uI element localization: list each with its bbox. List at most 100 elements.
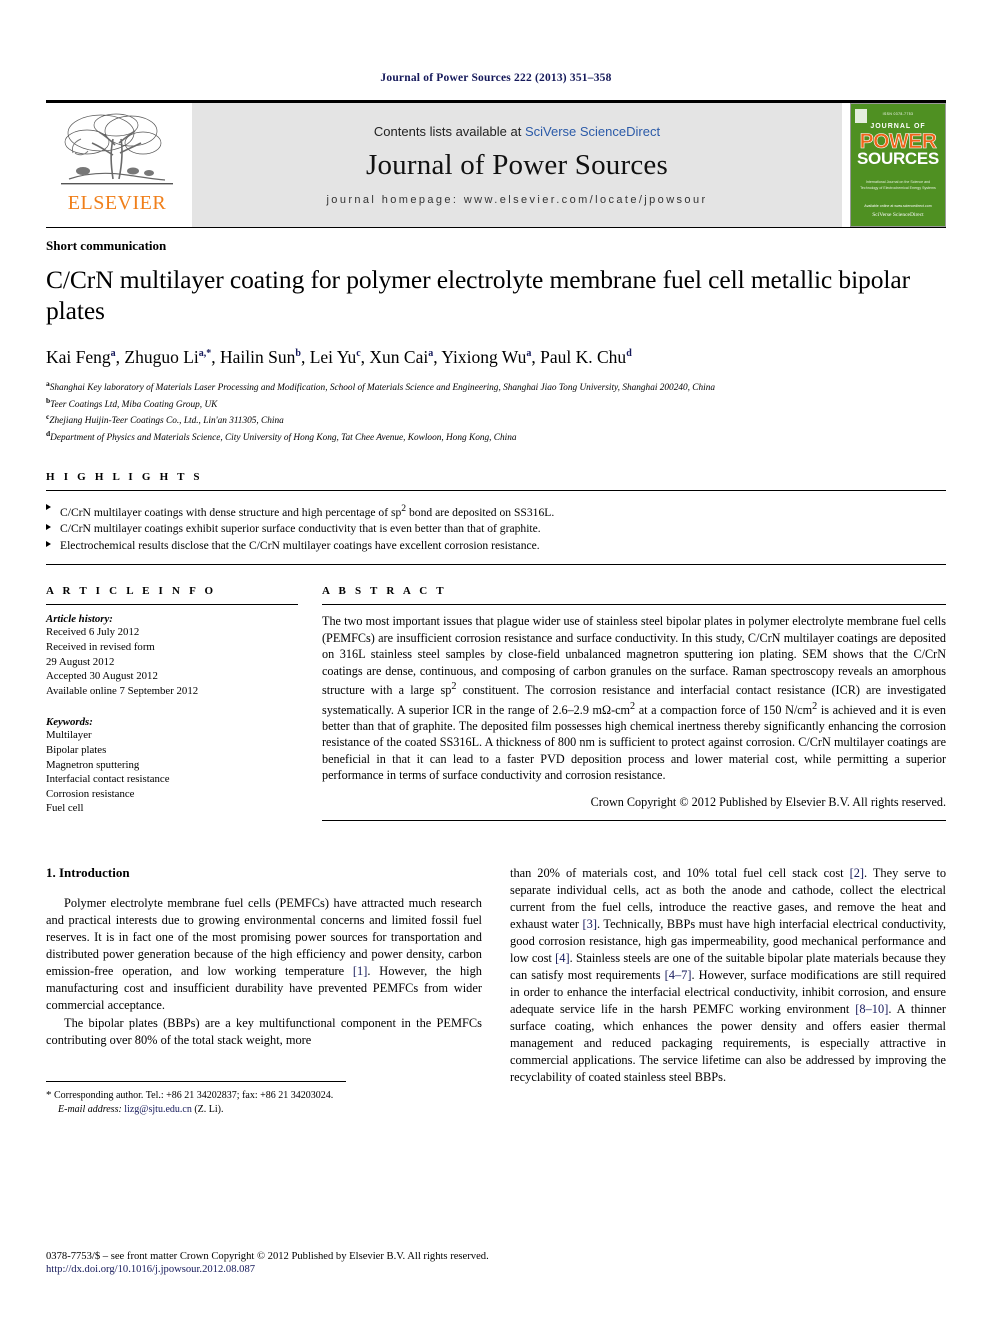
- cover-footer-availability: Available online at www.sciencedirect.co…: [864, 204, 932, 208]
- cover-footer: Available online at www.sciencedirect.co…: [864, 203, 931, 218]
- citation-ref[interactable]: [8–10]: [855, 1002, 888, 1016]
- body-columns: 1. Introduction Polymer electrolyte memb…: [46, 865, 946, 1117]
- author-affiliation-marker: c: [356, 348, 361, 359]
- journal-cover-thumbnail: ISSN 0378-7753 JOURNAL OF POWER SOURCES …: [850, 103, 946, 227]
- keyword-item: Bipolar plates: [46, 744, 107, 756]
- article-info-column: A R T I C L E I N F O Article history: R…: [46, 585, 298, 820]
- article-history-label: Article history:: [46, 613, 113, 626]
- citation-ref[interactable]: [1]: [353, 964, 367, 978]
- footnote-email-label: E-mail address:: [58, 1103, 122, 1115]
- affiliation-list: aShanghai Key laboratory of Materials La…: [46, 378, 946, 445]
- document-type: Short communication: [46, 238, 167, 253]
- keyword-item: Fuel cell: [46, 802, 84, 815]
- article-history-line: Received in revised form: [46, 641, 155, 654]
- highlights-bottom-rule: [46, 564, 946, 566]
- author-affiliation-marker: b: [295, 348, 301, 359]
- author-name: Lei Yuc: [309, 346, 361, 367]
- cover-description: International Journal on the Science and…: [860, 180, 936, 190]
- journal-title: Journal of Power Sources: [366, 149, 668, 181]
- section-heading-introduction: 1. Introduction: [46, 865, 482, 881]
- cover-top-text: ISSN 0378-7753: [882, 112, 914, 116]
- author-affiliation-marker: a: [526, 348, 532, 359]
- journal-homepage[interactable]: journal homepage: www.elsevier.com/locat…: [326, 194, 707, 206]
- affiliation-marker: d: [46, 428, 51, 438]
- intro-paragraph-3: than 20% of materials cost, and 10% tota…: [510, 865, 947, 1084]
- affiliation-item: bTeer Coatings Ltd, Miba Coating Group, …: [46, 395, 218, 410]
- info-abstract-row: A R T I C L E I N F O Article history: R…: [46, 585, 946, 821]
- highlight-item: C/CrN multilayer coatings exhibit superi…: [46, 520, 946, 537]
- author-name: Paul K. Chud: [540, 346, 632, 367]
- author-name: Hailin Sunb: [220, 346, 301, 367]
- article-history-line: Available online 7 September 2012: [46, 684, 199, 697]
- article-info-rule: [46, 604, 298, 606]
- keyword-item: Magnetron sputtering: [46, 758, 140, 771]
- affiliation-item: cZhejiang Huijin-Teer Coatings Co., Ltd.…: [46, 412, 284, 427]
- citation-ref[interactable]: [2]: [850, 866, 864, 880]
- highlights-items: C/CrN multilayer coatings with dense str…: [46, 500, 946, 555]
- cover-elsevier-icon: [855, 109, 867, 123]
- article-info-heading: A R T I C L E I N F O: [46, 585, 217, 598]
- footnote-corresponding-line: * Corresponding author. Tel.: +86 21 342…: [46, 1088, 346, 1103]
- highlight-item: Electrochemical results disclose that th…: [46, 537, 946, 554]
- highlight-item: C/CrN multilayer coatings with dense str…: [46, 500, 946, 521]
- author-name: Yixiong Wua: [441, 346, 532, 367]
- affiliation-marker: b: [46, 395, 51, 405]
- article-first-page: Journal of Power Sources 222 (2013) 351–…: [0, 0, 992, 1323]
- footnote-email-line: E-mail address: lizg@sjtu.edu.cn (Z. Li)…: [46, 1103, 346, 1117]
- author-affiliation-marker: a,*: [198, 348, 212, 359]
- author-name: Kai Fenga: [46, 346, 116, 367]
- elsevier-wordmark: ELSEVIER: [67, 192, 167, 214]
- citation-ref[interactable]: [4]: [555, 951, 569, 965]
- triangle-bullet-icon: [46, 524, 51, 531]
- author-list: Kai Fenga, Zhuguo Lia,*, Hailin Sunb, Le…: [46, 346, 632, 367]
- footer-issn-line: 0378-7753/$ – see front matter Crown Cop…: [46, 1251, 489, 1262]
- triangle-bullet-icon: [46, 503, 51, 510]
- contents-prefix: Contents lists available at: [373, 124, 525, 139]
- author-name: Zhuguo Lia,*: [124, 346, 212, 367]
- abstract-column: A B S T R A C T The two most important i…: [322, 585, 946, 821]
- cover-journal-of-label: JOURNAL OF: [870, 123, 926, 130]
- citation-ref[interactable]: [3]: [583, 917, 597, 931]
- sciencedirect-link[interactable]: SciVerse ScienceDirect: [525, 124, 660, 139]
- body-column-left: 1. Introduction Polymer electrolyte memb…: [46, 865, 482, 1117]
- elsevier-logo: ELSEVIER: [46, 103, 188, 227]
- intro-paragraph-2: The bipolar plates (BBPs) are a key mult…: [46, 1015, 482, 1047]
- footer-doi-link[interactable]: http://dx.doi.org/10.1016/j.jpowsour.201…: [46, 1264, 946, 1275]
- abstract-bottom-rule: [322, 819, 946, 821]
- keyword-item: Interfacial contact resistance: [46, 773, 170, 786]
- article-history-line: Received 6 July 2012: [46, 626, 140, 639]
- citation-ref[interactable]: [4–7]: [665, 968, 692, 982]
- abstract-rule: [322, 604, 946, 606]
- abstract-text: The two most important issues that plagu…: [322, 614, 946, 783]
- abstract-copyright: Crown Copyright © 2012 Published by Else…: [590, 794, 946, 809]
- section-title-text: Introduction: [59, 864, 130, 880]
- abstract-heading: A B S T R A C T: [322, 585, 447, 598]
- cover-sources-word: SOURCES: [857, 149, 939, 168]
- affiliation-marker: c: [46, 412, 50, 422]
- author-affiliation-marker: a: [428, 348, 434, 359]
- footnote-star: *: [46, 1088, 52, 1101]
- footnote-email-suffix: (Z. Li).: [194, 1103, 224, 1115]
- highlights-top-rule: [46, 489, 946, 491]
- keyword-lines: Multilayer Bipolar plates Magnetron sputte…: [46, 728, 298, 816]
- article-history-line: 29 August 2012: [46, 655, 115, 668]
- running-head: Journal of Power Sources 222 (2013) 351–…: [380, 72, 612, 84]
- affiliation-item: aShanghai Key laboratory of Materials La…: [46, 378, 716, 393]
- body-column-right: than 20% of materials cost, and 10% tota…: [510, 865, 946, 1117]
- author-name: Xun Caia: [369, 346, 434, 367]
- corresponding-author-footnote: * Corresponding author. Tel.: +86 21 342…: [46, 1080, 346, 1117]
- author-affiliation-marker: a: [110, 348, 116, 359]
- contents-available-line: Contents lists available at SciVerse Sci…: [374, 124, 660, 139]
- elsevier-tree-icon: [61, 113, 173, 185]
- highlights-heading: H I G H L I G H T S: [46, 470, 203, 483]
- author-affiliation-marker: d: [626, 348, 632, 359]
- keyword-item: Multilayer: [46, 729, 92, 742]
- highlights-section: H I G H L I G H T S C/CrN multilayer coa…: [46, 471, 946, 566]
- article-history-line: Accepted 30 August 2012: [46, 670, 158, 683]
- footnote-email-address[interactable]: lizg@sjtu.edu.cn: [124, 1104, 192, 1115]
- footnote-corresponding-text: Corresponding author. Tel.: +86 21 34202…: [54, 1089, 334, 1101]
- triangle-bullet-icon: [46, 541, 51, 548]
- page-footer: 0378-7753/$ – see front matter Crown Cop…: [46, 1250, 946, 1275]
- affiliation-marker: a: [46, 378, 50, 388]
